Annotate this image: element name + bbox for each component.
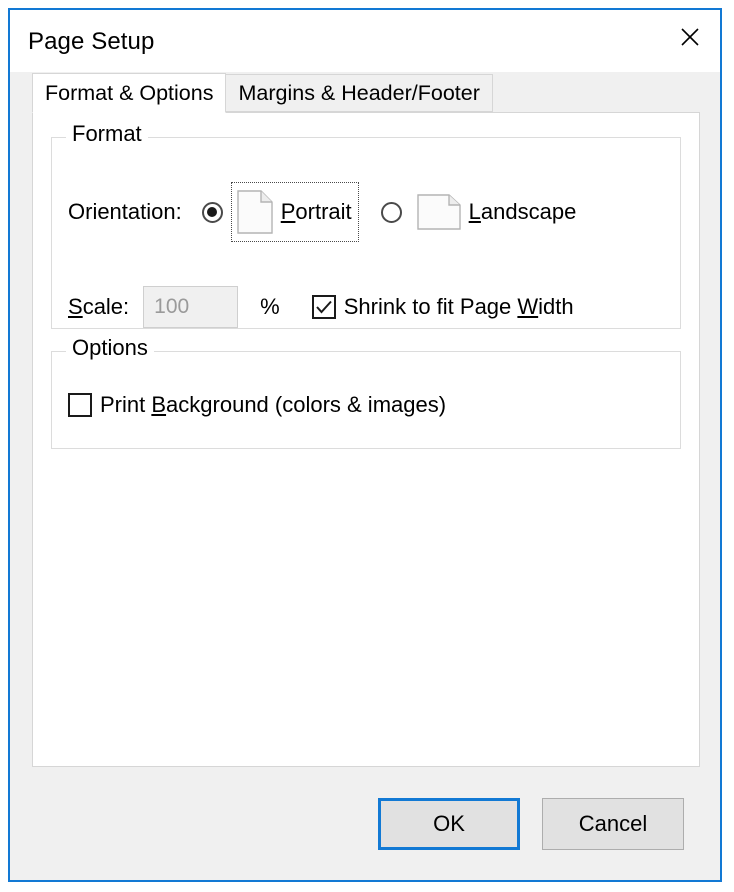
radio-option-portrait[interactable]: Portrait — [202, 182, 359, 242]
radio-portrait-label: Portrait — [281, 199, 352, 225]
print-background-row: Print Background (colors & images) — [68, 392, 664, 418]
landscape-page-icon — [417, 194, 461, 230]
page-setup-dialog: Page Setup Format & Options Margins & He… — [8, 8, 722, 882]
checkbox-print-background[interactable] — [68, 393, 92, 417]
radio-landscape[interactable] — [381, 202, 402, 223]
radio-option-landscape[interactable]: Landscape — [381, 185, 585, 239]
landscape-icon-wrap: Landscape — [410, 185, 585, 239]
format-groupbox-legend: Format — [66, 123, 148, 145]
radio-portrait[interactable] — [202, 202, 223, 223]
scale-row: Scale: 100 % Shrink to fit Page Width — [68, 286, 664, 328]
orientation-row: Orientation: Portrait — [68, 182, 664, 242]
orientation-label: Orientation: — [68, 199, 182, 225]
dialog-body: Format & Options Margins & Header/Footer… — [10, 72, 720, 880]
checkbox-shrink-to-fit[interactable] — [312, 295, 336, 319]
format-groupbox: Format Orientation: Portr — [51, 137, 681, 329]
tab-format-and-options-label: Format & Options — [45, 81, 213, 106]
tab-format-and-options[interactable]: Format & Options — [32, 73, 226, 113]
ok-button[interactable]: OK — [378, 798, 520, 850]
scale-label: Scale: — [68, 294, 129, 320]
checkbox-row-shrink-to-fit[interactable]: Shrink to fit Page Width — [312, 294, 574, 320]
checkmark-icon — [315, 300, 333, 314]
scale-input[interactable]: 100 — [143, 286, 238, 328]
checkbox-print-background-label: Print Background (colors & images) — [100, 392, 446, 418]
cancel-button[interactable]: Cancel — [542, 798, 684, 850]
tab-margins-and-header-footer[interactable]: Margins & Header/Footer — [225, 74, 492, 112]
dialog-footer: OK Cancel — [24, 767, 706, 880]
options-groupbox: Options Print Background (colors & image… — [51, 351, 681, 449]
radio-landscape-label: Landscape — [469, 199, 577, 225]
options-groupbox-legend: Options — [66, 337, 154, 359]
tab-margins-and-header-footer-label: Margins & Header/Footer — [238, 81, 479, 106]
page-title: Page Setup — [10, 10, 154, 54]
checkbox-shrink-to-fit-label: Shrink to fit Page Width — [344, 294, 574, 320]
portrait-page-icon — [237, 190, 273, 234]
radio-portrait-dot — [207, 207, 217, 217]
portrait-focus-rect: Portrait — [231, 182, 359, 242]
tab-strip: Format & Options Margins & Header/Footer — [32, 72, 706, 112]
close-icon[interactable] — [662, 14, 718, 60]
tab-panel-format-options: Format Orientation: Portr — [32, 112, 700, 767]
scale-unit-label: % — [260, 294, 280, 320]
checkbox-row-print-background[interactable]: Print Background (colors & images) — [68, 392, 446, 418]
title-bar: Page Setup — [10, 10, 720, 72]
